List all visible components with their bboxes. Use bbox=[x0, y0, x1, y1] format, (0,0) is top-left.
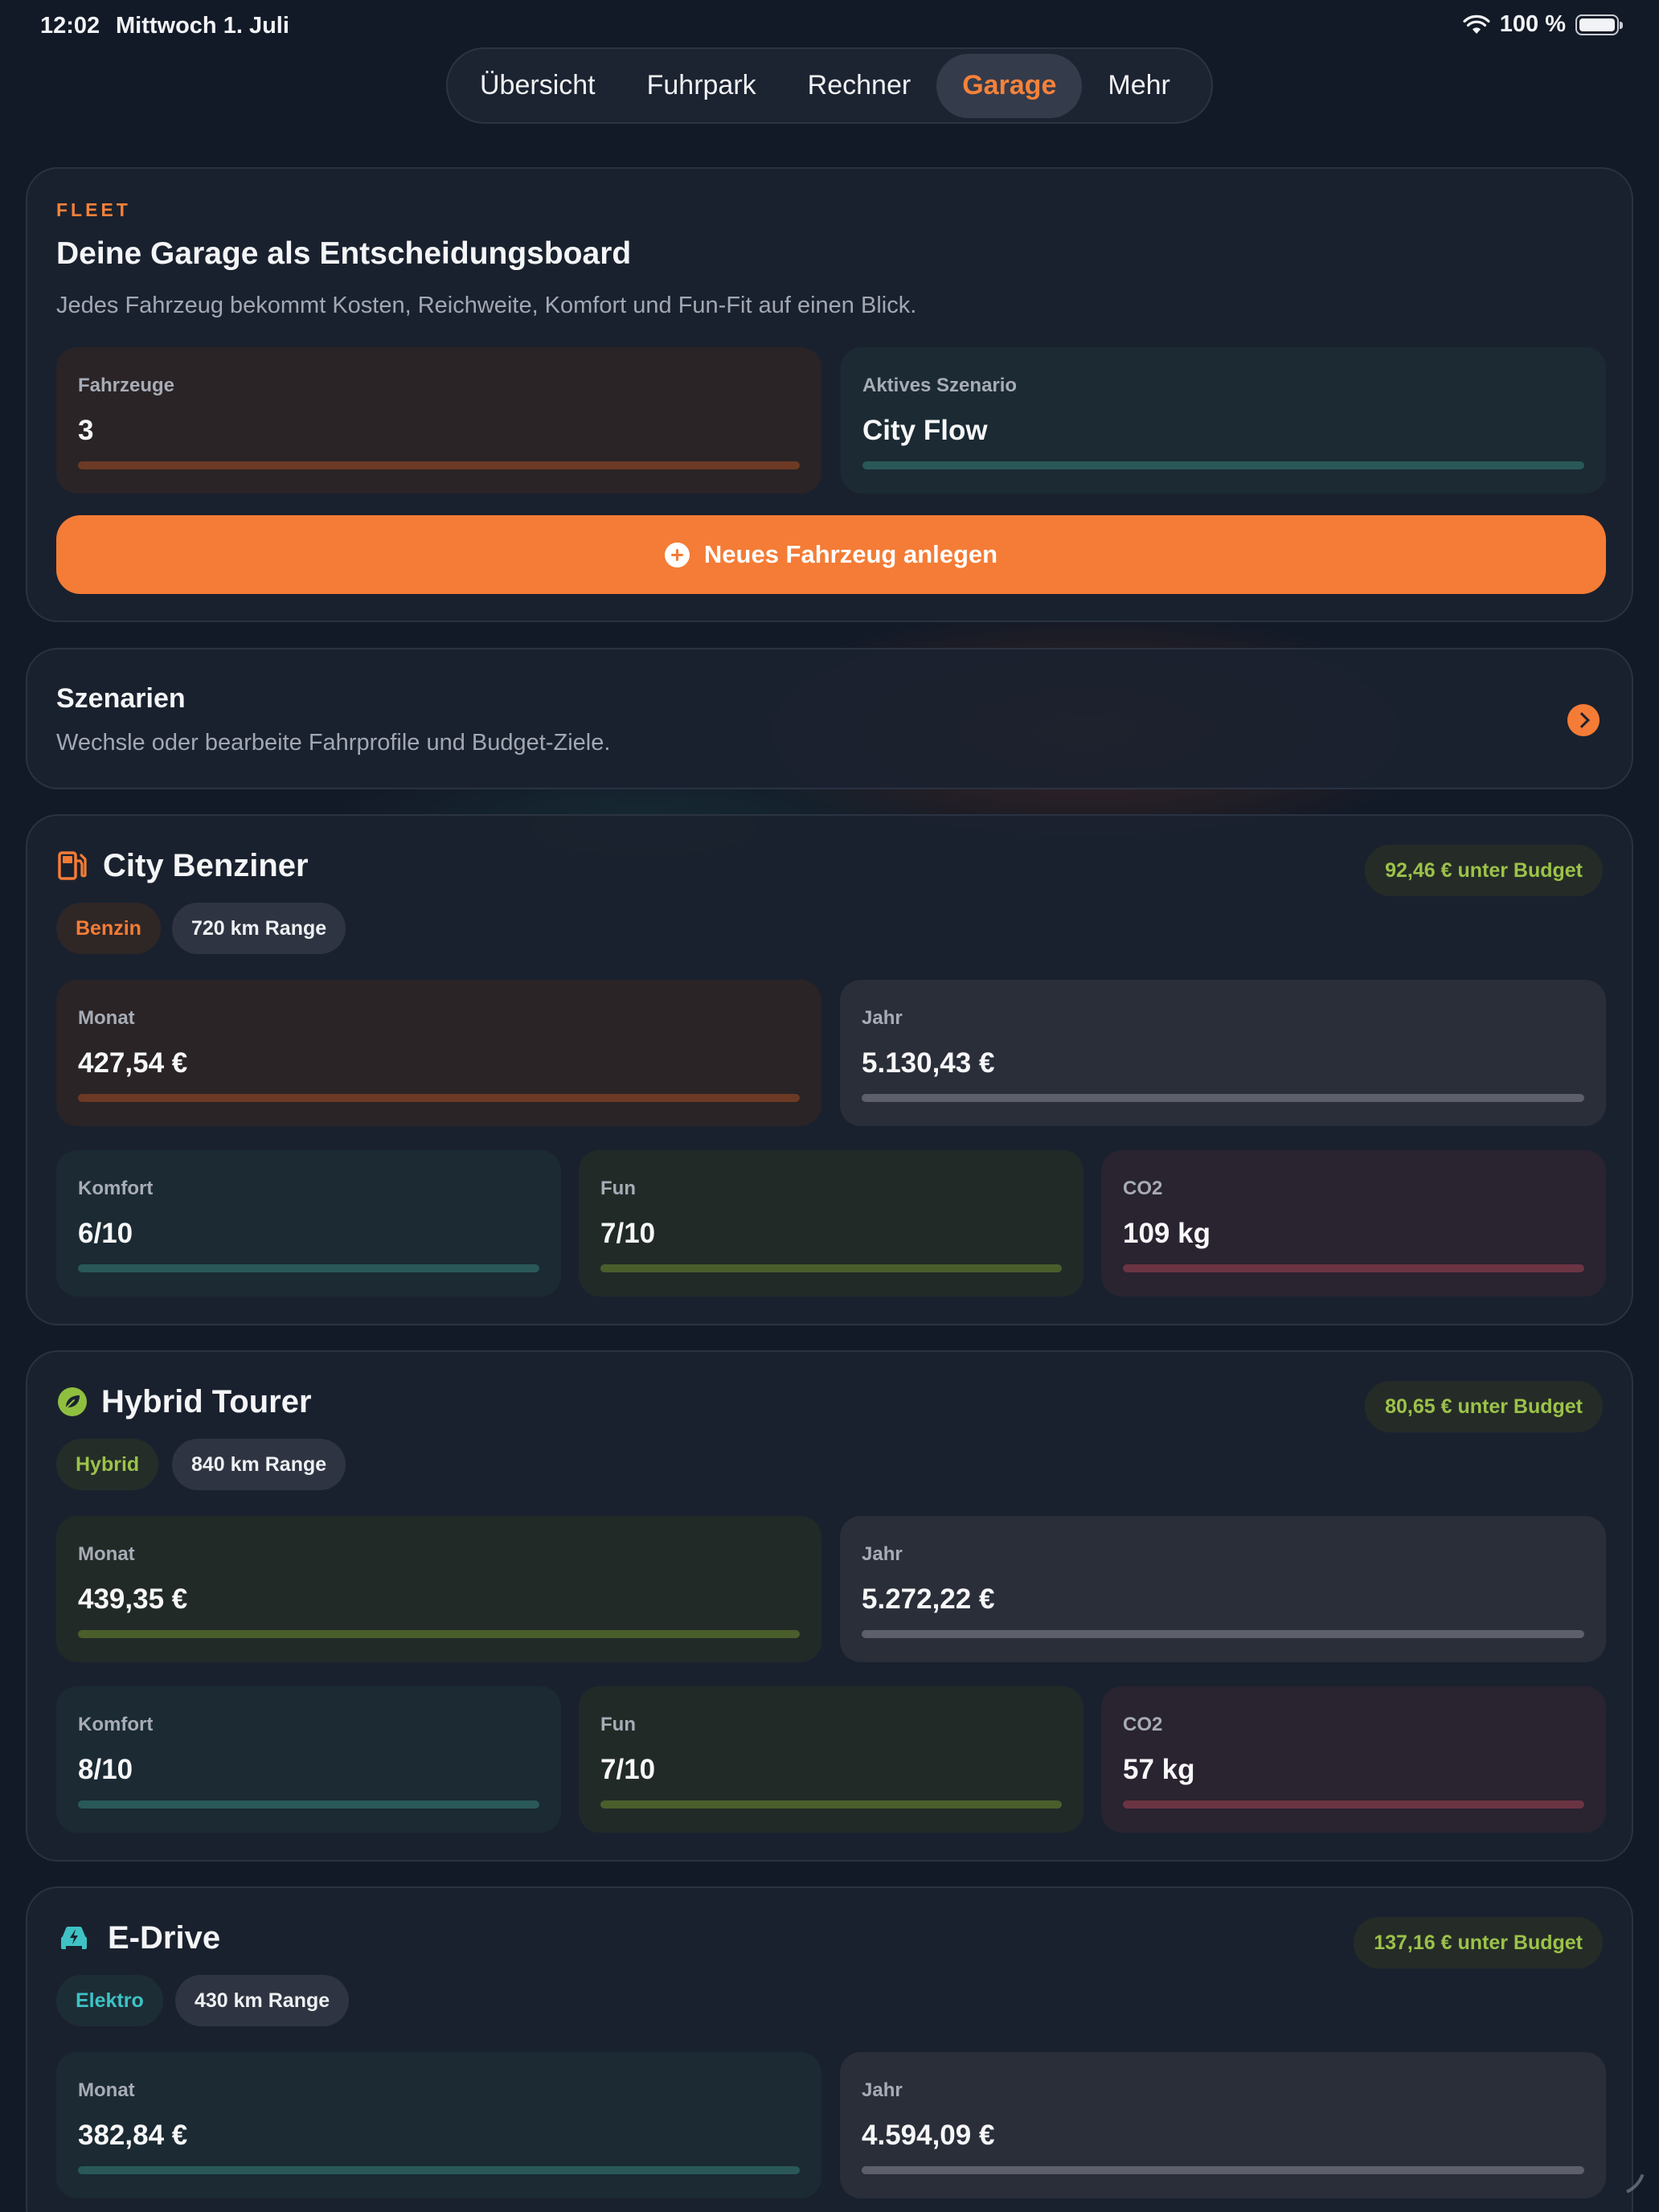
monthly-cost-label: Monat bbox=[78, 2079, 135, 2101]
range-badge: 720 km Range bbox=[172, 903, 346, 954]
range-badge: 430 km Range bbox=[175, 1975, 350, 2026]
monthly-cost-bar bbox=[78, 1094, 800, 1102]
fun-label: Fun bbox=[600, 1178, 636, 1199]
monthly-cost-value: 427,54 € bbox=[78, 1047, 188, 1079]
battery-icon bbox=[1575, 14, 1623, 35]
co2-value: 57 kg bbox=[1123, 1754, 1195, 1785]
comfort-tile: Komfort 8/10 bbox=[56, 1686, 561, 1833]
co2-bar bbox=[1123, 1264, 1584, 1272]
fun-label: Fun bbox=[600, 1714, 636, 1735]
fuel-type-badge: Benzin bbox=[56, 903, 161, 954]
plus-circle-icon bbox=[664, 542, 690, 567]
tab-bar: Übersicht Fuhrpark Rechner Garage Mehr bbox=[446, 47, 1213, 124]
yearly-cost-bar bbox=[862, 1630, 1584, 1638]
battery-percent: 100 % bbox=[1499, 11, 1566, 37]
active-scenario-bar bbox=[862, 461, 1584, 469]
yearly-cost-value: 5.272,22 € bbox=[862, 1583, 995, 1615]
yearly-cost-bar bbox=[862, 2166, 1584, 2174]
fun-bar bbox=[600, 1264, 1062, 1272]
budget-badge: 80,65 € unter Budget bbox=[1365, 1381, 1603, 1432]
active-scenario-label: Aktives Szenario bbox=[862, 375, 1018, 396]
yearly-cost-value: 5.130,43 € bbox=[862, 1047, 995, 1079]
active-scenario-value: City Flow bbox=[862, 415, 988, 446]
vehicle-name: City Benziner bbox=[103, 848, 309, 883]
monthly-cost-tile: Monat 427,54 € bbox=[56, 980, 821, 1126]
fuel-type-badge: Elektro bbox=[56, 1975, 163, 2026]
fun-value: 7/10 bbox=[600, 1218, 656, 1249]
tab-fuhrpark[interactable]: Fuhrpark bbox=[621, 54, 782, 118]
vehicle-card-e-drive[interactable]: E-Drive 137,16 € unter Budget Elektro 43… bbox=[26, 1886, 1633, 2212]
vehicle-name: E-Drive bbox=[108, 1920, 221, 1956]
status-time: 12:02 bbox=[40, 13, 100, 39]
monthly-cost-value: 439,35 € bbox=[78, 1583, 188, 1615]
co2-value: 109 kg bbox=[1123, 1218, 1210, 1249]
monthly-cost-bar bbox=[78, 1630, 800, 1638]
vehicles-count-bar bbox=[78, 461, 800, 469]
tab-garage[interactable]: Garage bbox=[936, 53, 1083, 118]
leaf-icon bbox=[58, 1387, 87, 1416]
comfort-label: Komfort bbox=[78, 1714, 154, 1735]
yearly-cost-bar bbox=[862, 1094, 1584, 1102]
monthly-cost-label: Monat bbox=[78, 1007, 135, 1029]
add-vehicle-label: Neues Fahrzeug anlegen bbox=[703, 540, 998, 568]
yearly-cost-label: Jahr bbox=[862, 1007, 903, 1029]
scenarios-card[interactable]: Szenarien Wechsle oder bearbeite Fahrpro… bbox=[26, 648, 1633, 789]
range-badge: 840 km Range bbox=[172, 1439, 346, 1490]
status-bar: 12:02 Mittwoch 1. Juli 100 % bbox=[0, 0, 1659, 51]
fun-value: 7/10 bbox=[600, 1754, 656, 1785]
fun-tile: Fun 7/10 bbox=[579, 1150, 1083, 1296]
fleet-eyebrow: FLEET bbox=[56, 199, 131, 220]
fun-tile: Fun 7/10 bbox=[579, 1686, 1083, 1833]
wifi-icon bbox=[1463, 14, 1490, 34]
status-right: 100 % bbox=[1463, 11, 1623, 38]
fleet-title: Deine Garage als Entscheidungsboard bbox=[56, 236, 632, 271]
tab-mehr[interactable]: Mehr bbox=[1082, 54, 1195, 118]
tab-rechner[interactable]: Rechner bbox=[782, 54, 937, 118]
co2-bar bbox=[1123, 1800, 1584, 1809]
tab-uebersicht[interactable]: Übersicht bbox=[454, 54, 621, 118]
chevron-right-icon[interactable] bbox=[1567, 704, 1600, 736]
monthly-cost-bar bbox=[78, 2166, 800, 2174]
budget-badge: 92,46 € unter Budget bbox=[1365, 845, 1603, 896]
fuel-pump-icon bbox=[58, 851, 87, 880]
scenarios-subtitle: Wechsle oder bearbeite Fahrprofile und B… bbox=[56, 730, 611, 756]
vehicle-card-hybrid-tourer[interactable]: Hybrid Tourer 80,65 € unter Budget Hybri… bbox=[26, 1350, 1633, 1862]
yearly-cost-tile: Jahr 5.130,43 € bbox=[840, 980, 1606, 1126]
co2-label: CO2 bbox=[1123, 1178, 1163, 1199]
vehicle-card-city-benziner[interactable]: City Benziner 92,46 € unter Budget Benzi… bbox=[26, 814, 1633, 1325]
comfort-value: 6/10 bbox=[78, 1218, 133, 1249]
electric-car-icon bbox=[61, 1926, 87, 1949]
monthly-cost-label: Monat bbox=[78, 1543, 135, 1565]
vehicles-count-label: Fahrzeuge bbox=[78, 375, 175, 396]
vehicle-name: Hybrid Tourer bbox=[101, 1384, 312, 1419]
yearly-cost-tile: Jahr 4.594,09 € bbox=[840, 2052, 1606, 2198]
comfort-value: 8/10 bbox=[78, 1754, 133, 1785]
add-vehicle-button[interactable]: Neues Fahrzeug anlegen bbox=[56, 515, 1606, 594]
comfort-bar bbox=[78, 1800, 539, 1809]
yearly-cost-label: Jahr bbox=[862, 2079, 903, 2101]
yearly-cost-label: Jahr bbox=[862, 1543, 903, 1565]
vehicles-count-tile: Fahrzeuge 3 bbox=[56, 347, 821, 494]
vehicles-count-value: 3 bbox=[78, 415, 94, 446]
comfort-label: Komfort bbox=[78, 1178, 154, 1199]
co2-tile: CO2 109 kg bbox=[1101, 1150, 1606, 1296]
status-date: Mittwoch 1. Juli bbox=[116, 13, 289, 39]
budget-badge: 137,16 € unter Budget bbox=[1354, 1917, 1603, 1968]
yearly-cost-tile: Jahr 5.272,22 € bbox=[840, 1516, 1606, 1662]
co2-label: CO2 bbox=[1123, 1714, 1163, 1735]
monthly-cost-tile: Monat 382,84 € bbox=[56, 2052, 821, 2198]
fuel-type-badge: Hybrid bbox=[56, 1439, 159, 1490]
comfort-tile: Komfort 6/10 bbox=[56, 1150, 561, 1296]
active-scenario-tile[interactable]: Aktives Szenario City Flow bbox=[841, 347, 1606, 494]
monthly-cost-value: 382,84 € bbox=[78, 2120, 188, 2151]
monthly-cost-tile: Monat 439,35 € bbox=[56, 1516, 821, 1662]
fun-bar bbox=[600, 1800, 1062, 1809]
yearly-cost-value: 4.594,09 € bbox=[862, 2120, 995, 2151]
fleet-card: FLEET Deine Garage als Entscheidungsboar… bbox=[26, 167, 1633, 622]
co2-tile: CO2 57 kg bbox=[1101, 1686, 1606, 1833]
comfort-bar bbox=[78, 1264, 539, 1272]
fleet-subtitle: Jedes Fahrzeug bekommt Kosten, Reichweit… bbox=[56, 293, 917, 318]
scenarios-title: Szenarien bbox=[56, 683, 186, 714]
